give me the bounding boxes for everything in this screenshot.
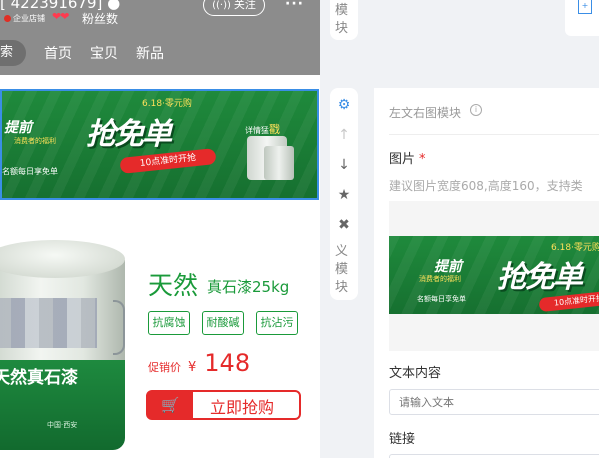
cart-icon: 🛒 xyxy=(148,392,193,418)
follow-button[interactable]: ((·)) 关注 xyxy=(203,0,265,16)
product-tag: 抗腐蚀 xyxy=(148,311,190,335)
rating-hearts-icon: ❤❤ xyxy=(52,10,69,23)
bucket-handle xyxy=(113,300,125,355)
module-toolbar: ⚙ ↑ ↓ ★ ✖ xyxy=(330,88,358,240)
follow-button-label: 关注 xyxy=(233,0,256,11)
product-tag: 耐酸碱 xyxy=(202,311,244,335)
panel-title: 左文右图模块 xyxy=(389,106,462,120)
product-card[interactable]: 天然真石漆 中国·西安 天然 真石漆25kg 抗腐蚀 耐酸碱 抗沾污 促销价 ¥… xyxy=(0,200,320,458)
currency-symbol: ¥ xyxy=(188,360,197,375)
module-card-top-label: 模 块 xyxy=(335,3,349,36)
preview-left-note: 名额每日享免单 xyxy=(417,295,466,303)
price-label: 促销价 xyxy=(148,361,181,374)
link-label: 链接 xyxy=(389,432,416,447)
image-field-label-text: 图片 xyxy=(389,152,416,167)
product-subtitle: 真石漆25kg xyxy=(207,278,290,296)
bucket-origin: 中国·西安 xyxy=(47,421,78,429)
buy-now-button[interactable]: 🛒 立即抢购 xyxy=(146,390,301,420)
preview-pre-text: 提前 xyxy=(434,259,462,275)
banner-pre-text: 提前 xyxy=(4,120,32,136)
link-input[interactable] xyxy=(389,454,599,458)
product-tag: 抗沾污 xyxy=(256,311,298,335)
app-root: [ 422391679] ● 企业店铺 ❤❤ 粉丝数 ((·)) 关注 ··· 索… xyxy=(0,0,599,458)
bucket-label: 天然真石漆 xyxy=(0,368,78,388)
fans-count-label: 粉丝数 xyxy=(82,12,119,26)
banner-left-note: 名额每日享免单 xyxy=(2,167,58,176)
banner-detail-link: 详情猛戳 xyxy=(245,121,280,137)
arrow-down-icon[interactable]: ↓ xyxy=(335,156,353,174)
selected-banner-module[interactable]: 6.18·零元购 提前 消费者的福利 抢免单 10点准时开抢 名额每日享免单 详… xyxy=(0,89,319,200)
mobile-preview: [ 422391679] ● 企业店铺 ❤❤ 粉丝数 ((·)) 关注 ··· 索… xyxy=(0,0,320,458)
search-tab[interactable]: 索 xyxy=(0,40,26,66)
image-field-label: 图片 * xyxy=(389,148,426,167)
banner-detail-emph: 戳 xyxy=(269,123,280,136)
product-title: 天然 xyxy=(148,271,199,300)
buy-now-label: 立即抢购 xyxy=(210,398,275,417)
wave-icon: ((·)) xyxy=(212,0,231,11)
gear-icon[interactable]: ⚙ xyxy=(335,96,353,114)
shop-header: [ 422391679] ● 企业店铺 ❤❤ 粉丝数 ((·)) 关注 ··· 索… xyxy=(0,0,320,75)
badge-dot-icon xyxy=(4,15,11,22)
required-mark: * xyxy=(419,152,426,167)
price-number: 148 xyxy=(204,349,251,377)
trash-icon[interactable]: ✖ xyxy=(335,216,353,234)
uploaded-banner-preview: 6.18·零元购 提前 消费者的福利 名额每日享免单 抢免单 10点准时开抢 xyxy=(389,236,599,314)
more-menu-button[interactable]: ··· xyxy=(285,0,304,12)
preview-headline: 抢免单 xyxy=(497,260,583,295)
banner-pre-subtext: 消费者的福利 xyxy=(14,137,56,145)
tab-home[interactable]: 首页 xyxy=(44,43,72,63)
module-card-bottom-label: 义 模 块 xyxy=(335,244,349,295)
enterprise-badge: 企业店铺 xyxy=(4,13,45,24)
info-icon[interactable]: i xyxy=(470,104,482,116)
text-content-input[interactable] xyxy=(389,389,599,415)
product-image: 天然真石漆 中国·西安 xyxy=(0,220,125,450)
enterprise-badge-label: 企业店铺 xyxy=(13,14,45,23)
promo-banner[interactable]: 6.18·零元购 提前 消费者的福利 抢免单 10点准时开抢 名额每日享免单 详… xyxy=(2,91,317,198)
image-upload-area[interactable]: 6.18·零元购 提前 消费者的福利 名额每日享免单 抢免单 10点准时开抢 xyxy=(389,201,599,351)
star-icon[interactable]: ★ xyxy=(335,186,353,204)
tab-new-arrivals[interactable]: 新品 xyxy=(136,43,164,63)
image-size-hint: 建议图片宽度608,高度160，支持类 xyxy=(389,179,583,193)
preview-pre-subtext: 消费者的福利 xyxy=(419,275,461,283)
banner-paint-can-image-2 xyxy=(264,146,294,180)
price-value: ¥148 xyxy=(188,349,250,377)
banner-detail-text: 详情猛 xyxy=(245,126,269,135)
pixelated-logo xyxy=(0,298,97,348)
crop-icon[interactable]: + xyxy=(578,0,592,14)
text-content-label: 文本内容 xyxy=(389,366,442,381)
tab-products[interactable]: 宝贝 xyxy=(90,43,118,63)
arrow-up-icon[interactable]: ↑ xyxy=(335,126,353,144)
product-tags: 抗腐蚀 耐酸碱 抗沾污 xyxy=(148,311,310,335)
shop-nav-tabs: 索 首页 宝贝 新品 xyxy=(0,40,164,66)
banner-headline: 抢免单 xyxy=(86,117,172,152)
panel-divider xyxy=(389,134,599,135)
banner-event-badge: 6.18·零元购 xyxy=(142,99,192,109)
settings-panel: 左文右图模块 i 图片 * 建议图片宽度608,高度160，支持类 6.18·零元… xyxy=(374,88,599,458)
